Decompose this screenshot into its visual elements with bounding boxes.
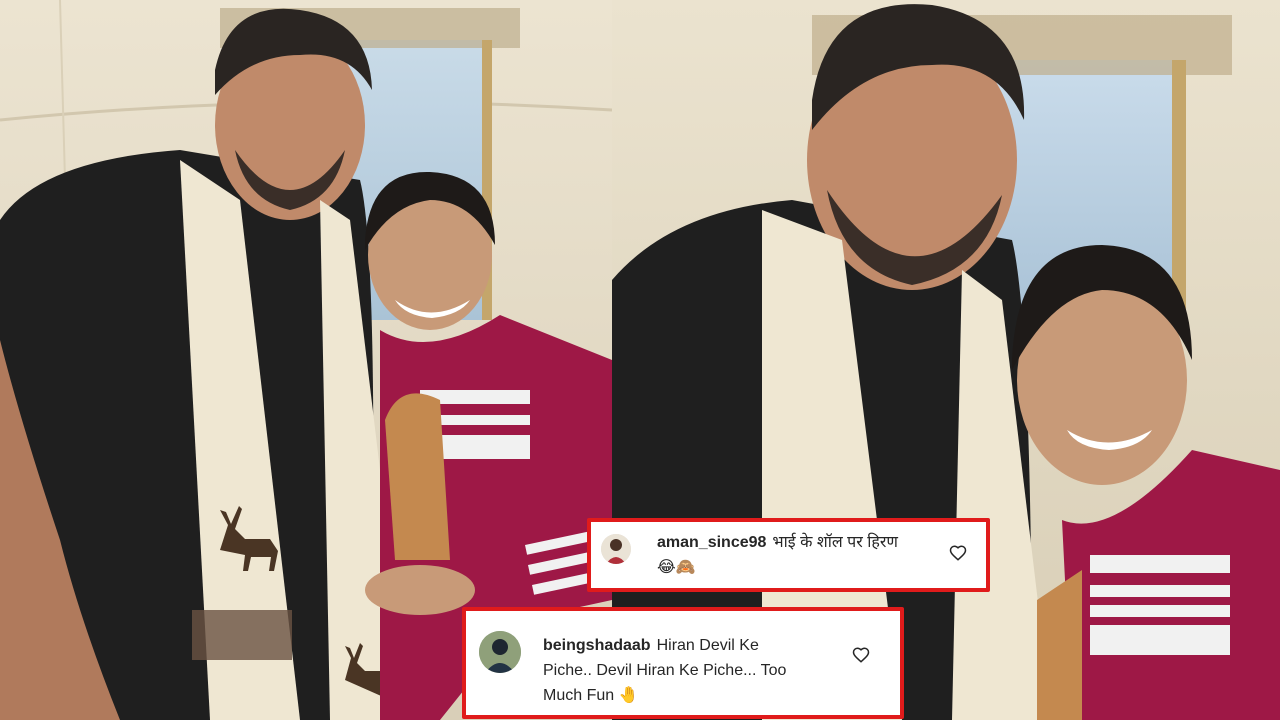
comment-body-line1: Hiran Devil Ke (656, 637, 759, 654)
comment-body-line3: Much Fun 🤚 (543, 687, 639, 704)
comment-highlight-1: aman_since98 भाई के शॉल पर हिरण 😂🙈 (587, 518, 990, 592)
heart-outline-icon[interactable] (949, 544, 967, 562)
comment-body-line1: भाई के शॉल पर हिरण (772, 534, 898, 551)
comment-body-line2: Piche.. Devil Hiran Ke Piche... Too (543, 662, 787, 679)
user-avatar-icon[interactable] (601, 534, 631, 564)
comment-highlight-2: beingshadaab Hiran Devil Ke Piche.. Devil… (462, 607, 904, 719)
comment-text-1: aman_since98 भाई के शॉल पर हिरण 😂🙈 (657, 530, 947, 580)
user-avatar-icon[interactable] (479, 631, 521, 673)
comment-username[interactable]: aman_since98 (657, 534, 766, 551)
comment-text-2: beingshadaab Hiran Devil Ke Piche.. Devil… (543, 633, 843, 708)
comment-username[interactable]: beingshadaab (543, 637, 651, 654)
comment-body-line2: 😂🙈 (657, 559, 696, 576)
heart-outline-icon[interactable] (852, 646, 870, 664)
